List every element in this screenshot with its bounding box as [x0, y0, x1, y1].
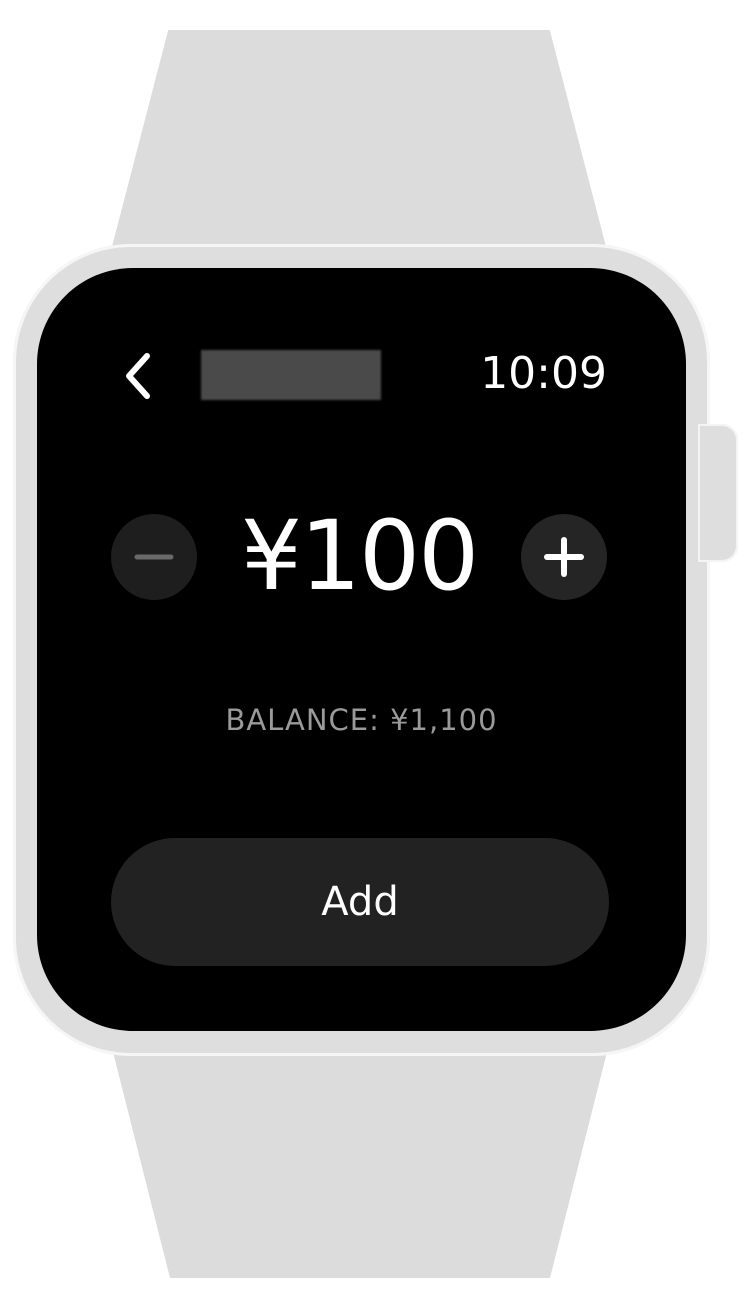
- watch-band-top: [108, 30, 610, 262]
- watch-screen: 10:09 ¥100 BALANCE: ¥1,100 Add: [37, 268, 686, 1031]
- add-button[interactable]: Add: [111, 838, 609, 966]
- increment-button[interactable]: [521, 514, 607, 600]
- chevron-left-icon[interactable]: [121, 350, 157, 402]
- watch-band-bottom: [110, 1040, 610, 1278]
- add-button-label: Add: [321, 879, 399, 925]
- amount-value: ¥100: [240, 500, 479, 612]
- digital-crown: [698, 424, 738, 562]
- plus-icon: [544, 537, 584, 577]
- redacted-title: [201, 350, 381, 400]
- status-time: 10:09: [480, 348, 607, 399]
- minus-icon: [134, 554, 174, 560]
- watch-mockup: 10:09 ¥100 BALANCE: ¥1,100 Add: [0, 0, 750, 1300]
- balance-label: BALANCE: ¥1,100: [225, 703, 498, 737]
- decrement-button[interactable]: [111, 514, 197, 600]
